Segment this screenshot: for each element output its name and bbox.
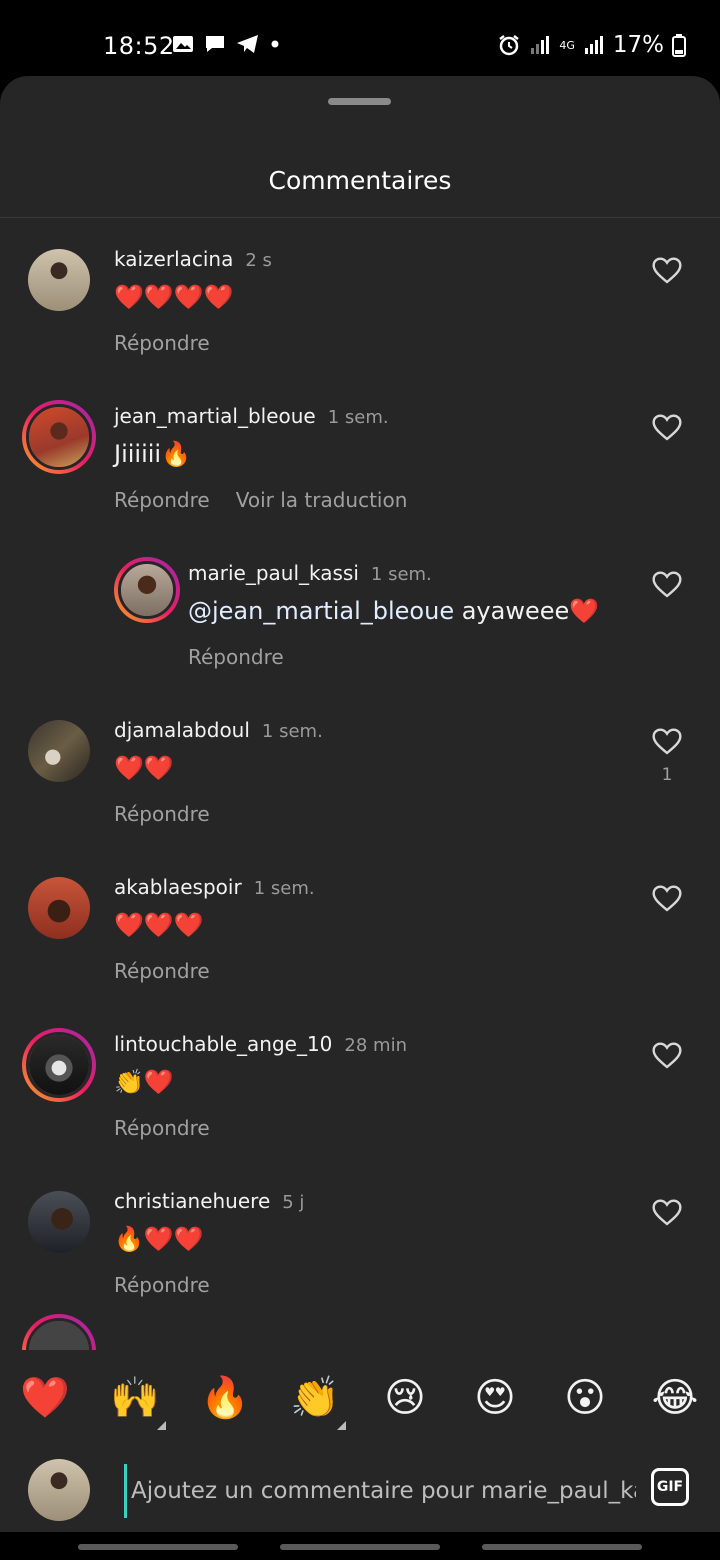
emoji-heart-eyes-button[interactable]: 😍	[467, 1374, 523, 1422]
comment-username[interactable]: kaizerlacina 2 s	[114, 247, 272, 271]
telegram-icon	[237, 35, 258, 53]
translate-button[interactable]: Voir la traduction	[236, 488, 408, 512]
reply-button[interactable]: Répondre	[114, 331, 210, 355]
comment-actions: Répondre	[114, 959, 210, 983]
heart-icon[interactable]	[651, 725, 683, 757]
avatar[interactable]	[28, 1191, 90, 1253]
comment-composer: GIF	[0, 1450, 720, 1532]
comment-actions: Répondre	[188, 645, 284, 669]
comment-username[interactable]: djamalabdoul 1 sem.	[114, 718, 323, 742]
comment-actions: Répondre	[114, 1116, 210, 1140]
reply-button[interactable]: Répondre	[114, 1116, 210, 1140]
notification-icons	[172, 34, 280, 54]
comment-item: akablaespoir 1 sem. ❤️❤️❤️ Répondre	[0, 849, 720, 999]
emoji-clap-button[interactable]: 👏	[287, 1374, 343, 1422]
avatar-story-ring[interactable]	[22, 1028, 96, 1102]
title-divider	[0, 217, 720, 218]
dot-icon	[271, 40, 279, 48]
message-icon	[206, 36, 224, 52]
gif-button[interactable]: GIF	[651, 1468, 689, 1506]
comment-actions: Répondre	[114, 802, 210, 826]
comment-time: 28 min	[344, 1035, 407, 1056]
comment-username[interactable]: christianehuere 5 j	[114, 1189, 304, 1213]
signal-icon	[531, 36, 550, 54]
sheet-grabber[interactable]	[328, 98, 391, 105]
gallery-icon	[173, 36, 193, 52]
reply-button[interactable]: Répondre	[188, 645, 284, 669]
comment-actions: Répondre	[114, 331, 210, 355]
comment-username[interactable]: akablaespoir 1 sem.	[114, 875, 315, 899]
signal-icon-2	[584, 36, 603, 54]
status-bar: 18:52 4G 17%	[0, 0, 720, 86]
comment-item: djamalabdoul 1 sem. ❤️❤️ Répondre 1	[0, 692, 720, 842]
status-time: 18:52	[103, 32, 175, 60]
reply-button[interactable]: Répondre	[114, 1273, 210, 1297]
comment-item: jean_martial_bleoue 1 sem. Jiiiiii🔥 Répon…	[0, 378, 720, 528]
comment-text: 🔥❤️❤️	[114, 1225, 204, 1253]
comment-item: christianehuere 5 j 🔥❤️❤️ Répondre	[0, 1163, 720, 1313]
comment-time: 1 sem.	[253, 878, 315, 899]
skin-tone-indicator	[337, 1421, 346, 1430]
nav-back-button[interactable]	[482, 1544, 642, 1550]
alarm-icon	[499, 35, 520, 56]
comment-text: @jean_martial_bleoue ayaweee❤️	[188, 597, 600, 625]
avatar-story-ring[interactable]	[22, 400, 96, 474]
comment-username[interactable]: jean_martial_bleoue 1 sem.	[114, 404, 389, 428]
heart-icon[interactable]	[651, 411, 683, 443]
comment-time: 1 sem.	[370, 564, 432, 585]
emoji-fire-button[interactable]: 🔥	[197, 1374, 253, 1422]
reply-button[interactable]: Répondre	[114, 959, 210, 983]
mention-link[interactable]: @jean_martial_bleoue	[188, 597, 454, 625]
comment-item: lintouchable_ange_10 28 min 👏❤️ Répondre	[0, 1006, 720, 1156]
comment-time: 2 s	[245, 250, 272, 271]
avatar[interactable]	[28, 720, 90, 782]
comment-username[interactable]: lintouchable_ange_10 28 min	[114, 1032, 407, 1056]
comment-text: Jiiiiii🔥	[114, 440, 191, 468]
heart-icon[interactable]	[651, 1196, 683, 1228]
battery-percent: 17%	[612, 32, 664, 58]
avatar-story-ring[interactable]	[114, 557, 180, 623]
comment-text: 👏❤️	[114, 1068, 174, 1096]
heart-icon[interactable]	[651, 254, 683, 286]
reply-button[interactable]: Répondre	[114, 488, 210, 512]
comment-actions: Répondre	[114, 1273, 210, 1297]
reply-item: marie_paul_kassi 1 sem. @jean_martial_ble…	[0, 535, 720, 685]
heart-icon[interactable]	[651, 882, 683, 914]
sheet-title: Commentaires	[268, 166, 452, 195]
comment-actions: Répondre Voir la traduction	[114, 488, 407, 512]
system-nav-bar	[0, 1532, 720, 1560]
emoji-cry-button[interactable]: 😢	[377, 1374, 433, 1422]
emoji-surprised-button[interactable]: 😮	[557, 1374, 613, 1422]
comment-input[interactable]	[124, 1464, 638, 1518]
emoji-quick-bar: ❤️ 🙌 🔥 👏 😢 😍 😮 😂	[0, 1350, 720, 1450]
system-icons: 4G 17%	[497, 32, 686, 58]
emoji-laugh-button[interactable]: 😂	[647, 1374, 703, 1422]
comments-list[interactable]: kaizerlacina 2 s ❤️❤️❤️❤️ Répondre jean_m…	[0, 221, 720, 1351]
current-user-avatar	[28, 1459, 90, 1521]
emoji-raised-hands-button[interactable]: 🙌	[107, 1374, 163, 1422]
comment-time: 1 sem.	[261, 721, 323, 742]
comment-time: 1 sem.	[327, 407, 389, 428]
heart-icon[interactable]	[651, 1039, 683, 1071]
comment-item: kaizerlacina 2 s ❤️❤️❤️❤️ Répondre	[0, 221, 720, 371]
nav-home-button[interactable]	[280, 1544, 440, 1550]
comment-text: ❤️❤️❤️	[114, 911, 204, 939]
emoji-heart-button[interactable]: ❤️	[17, 1374, 73, 1422]
comment-text: ❤️❤️❤️❤️	[114, 283, 234, 311]
skin-tone-indicator	[157, 1421, 166, 1430]
network-type: 4G	[559, 38, 575, 52]
avatar-story-ring[interactable]	[22, 1314, 96, 1351]
battery-icon	[672, 34, 686, 57]
comment-text: ❤️❤️	[114, 754, 174, 782]
comment-username[interactable]: marie_paul_kassi 1 sem.	[188, 561, 432, 585]
comment-time: 5 j	[282, 1192, 305, 1213]
avatar[interactable]	[28, 249, 90, 311]
nav-recent-button[interactable]	[78, 1544, 238, 1550]
avatar[interactable]	[28, 877, 90, 939]
comments-sheet: Commentaires kaizerlacina 2 s ❤️❤️❤️❤️ Ré…	[0, 76, 720, 1560]
heart-icon[interactable]	[651, 568, 683, 600]
like-count: 1	[661, 765, 673, 785]
reply-button[interactable]: Répondre	[114, 802, 210, 826]
